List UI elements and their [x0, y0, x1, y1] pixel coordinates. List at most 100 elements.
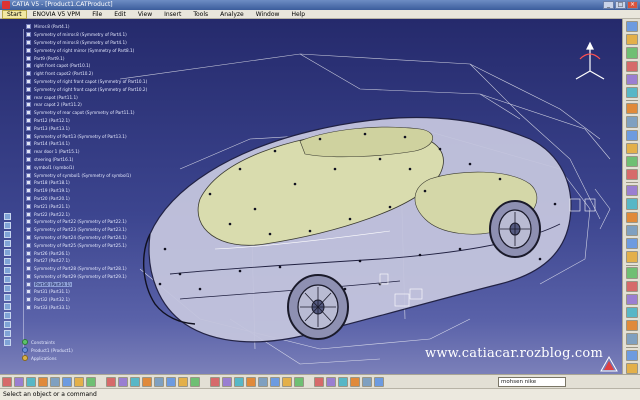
tree-node[interactable]: Symmetry of mirror.8 (Symmetry of Part4.… — [4, 31, 154, 39]
tree-node[interactable]: Symmetry of mirror.8 (Symmetry of Part4.… — [4, 39, 154, 47]
tree-node[interactable]: Symmetry of Part25 (Symmetry of Part25.1… — [4, 241, 154, 249]
save-icon[interactable] — [374, 376, 384, 387]
tree-node[interactable]: Part22 (Part22.1) — [4, 210, 154, 218]
tree-node[interactable]: symbol1 (symbol1) — [4, 163, 154, 171]
affinity-icon[interactable] — [625, 238, 638, 250]
symmetry-icon[interactable] — [625, 211, 638, 223]
analysis-icon[interactable] — [625, 349, 638, 361]
rotate-view-icon[interactable] — [26, 376, 36, 387]
point-icon[interactable] — [625, 280, 638, 292]
fit-all-icon[interactable] — [2, 376, 12, 387]
part-icon[interactable] — [4, 312, 11, 319]
tree-node[interactable]: Symmetry of right front capot (Symmetry … — [4, 78, 154, 86]
minimize-button[interactable]: _ — [603, 1, 614, 9]
menu-start[interactable]: Start — [2, 9, 27, 19]
part-icon[interactable] — [4, 303, 11, 310]
hide-show-icon[interactable] — [106, 376, 116, 387]
shading-icon[interactable] — [86, 376, 96, 387]
menu-insert[interactable]: Insert — [158, 10, 187, 19]
tree-node-applications[interactable]: Applications — [22, 355, 57, 361]
menu-window[interactable]: Window — [250, 10, 286, 19]
part-icon[interactable] — [4, 267, 11, 274]
part-icon[interactable] — [4, 276, 11, 283]
axis-icon[interactable] — [625, 251, 638, 263]
iso-view-icon[interactable] — [74, 376, 84, 387]
tree-node[interactable]: right front capot2 (Part10.2) — [4, 70, 154, 78]
undo-icon[interactable] — [190, 376, 200, 387]
part-icon[interactable] — [4, 249, 11, 256]
update-icon[interactable] — [142, 376, 152, 387]
compass-icon[interactable] — [258, 376, 268, 387]
tree-node[interactable]: Symmetry of Part29 (Symmetry of Part29.1… — [4, 273, 154, 281]
translate-icon[interactable] — [625, 185, 638, 197]
part-icon[interactable] — [4, 240, 11, 247]
menu-edit[interactable]: Edit — [108, 10, 132, 19]
menu-file[interactable]: File — [86, 10, 108, 19]
spline-icon[interactable] — [625, 320, 638, 332]
law-icon[interactable] — [625, 362, 638, 374]
fillet-icon[interactable] — [625, 169, 638, 181]
menu-help[interactable]: Help — [285, 10, 311, 19]
tree-node[interactable]: steering (Part16.1) — [4, 156, 154, 164]
cut-icon[interactable] — [154, 376, 164, 387]
help-icon[interactable] — [222, 376, 232, 387]
tree-node[interactable]: Part14 (Part14.1) — [4, 140, 154, 148]
trim-icon[interactable] — [625, 129, 638, 141]
line-icon[interactable] — [625, 293, 638, 306]
part-icon[interactable] — [4, 321, 11, 328]
join-icon[interactable] — [625, 103, 638, 115]
tree-node-constraints[interactable]: Constraints — [22, 339, 55, 345]
helix-icon[interactable] — [625, 333, 638, 345]
tree-node[interactable]: Part20 (Part20.1) — [4, 195, 154, 203]
orientation-icon[interactable] — [294, 376, 304, 387]
blend-icon[interactable] — [625, 87, 638, 99]
scale-icon[interactable] — [625, 224, 638, 237]
tree-node[interactable]: rear capot 2 (Part11.2) — [4, 101, 154, 109]
tree-node[interactable]: Part26 (Part26.1) — [4, 249, 154, 257]
part-icon[interactable] — [4, 285, 11, 292]
render-icon[interactable] — [326, 376, 336, 387]
sketch-icon[interactable] — [625, 21, 638, 33]
part-icon[interactable] — [4, 294, 11, 301]
tree-node[interactable]: Symmetry of Part24 (Symmetry of Part24.1… — [4, 234, 154, 242]
compass-widget[interactable] — [570, 39, 610, 89]
part-icon[interactable] — [4, 213, 11, 220]
specification-tree[interactable]: Mirror.8 (Part4.1) Symmetry of mirror.8 (… — [4, 23, 154, 361]
snap-icon[interactable] — [282, 376, 292, 387]
part-icon[interactable] — [4, 339, 11, 346]
zoom-out-icon[interactable] — [50, 376, 60, 387]
tree-node[interactable]: Part13 (Part13.1) — [4, 124, 154, 132]
restore-button[interactable]: □ — [615, 1, 626, 9]
curve-icon[interactable] — [625, 307, 638, 319]
tree-node[interactable]: Part32 (Part32.1) — [4, 296, 154, 304]
menu-tools[interactable]: Tools — [187, 10, 214, 19]
revolve-icon[interactable] — [625, 47, 638, 59]
tree-node[interactable]: right front capot (Part10.1) — [4, 62, 154, 70]
3d-viewport[interactable]: Mirror.8 (Part4.1) Symmetry of mirror.8 (… — [0, 19, 622, 374]
sketcher-icon[interactable] — [246, 376, 256, 387]
zoom-in-icon[interactable] — [38, 376, 48, 387]
swap-icon[interactable] — [118, 376, 128, 387]
tree-node[interactable]: Part31 (Part31.1) — [4, 288, 154, 296]
tree-node[interactable]: Part27 (Part27.1) — [4, 257, 154, 265]
tree-node[interactable]: Symmetry of Part13 (Symmetry of Part13.1… — [4, 132, 154, 140]
close-button[interactable]: × — [627, 1, 638, 9]
tree-node[interactable]: Symmetry of Part28 (Symmetry of Part28.1… — [4, 265, 154, 273]
menu-view[interactable]: View — [132, 10, 158, 19]
measure-icon[interactable] — [130, 376, 140, 387]
part-icon[interactable] — [4, 222, 11, 229]
tree-node[interactable]: Symmetry of rear capot (Symmetry of Part… — [4, 109, 154, 117]
tree-node[interactable]: Symmetry of Part22 (Symmetry of Part22.1… — [4, 218, 154, 226]
apply-icon[interactable] — [338, 376, 348, 387]
tree-node[interactable]: Symmetry of right mirror (Symmetry of Pa… — [4, 46, 154, 54]
tree-node[interactable]: Symmetry of right front capot (Symmetry … — [4, 85, 154, 93]
capture-icon[interactable] — [350, 376, 360, 387]
normal-view-icon[interactable] — [62, 376, 72, 387]
material-icon[interactable] — [314, 376, 324, 387]
rotate-icon[interactable] — [625, 198, 638, 210]
plane-icon[interactable] — [625, 267, 638, 279]
tree-node[interactable]: Part30 (Part30.1) — [4, 280, 154, 288]
extract-icon[interactable] — [625, 155, 638, 168]
tree-node[interactable]: Part18 (Part18.1) — [4, 179, 154, 187]
tree-node[interactable]: Part9 (Part9.1) — [4, 54, 154, 62]
